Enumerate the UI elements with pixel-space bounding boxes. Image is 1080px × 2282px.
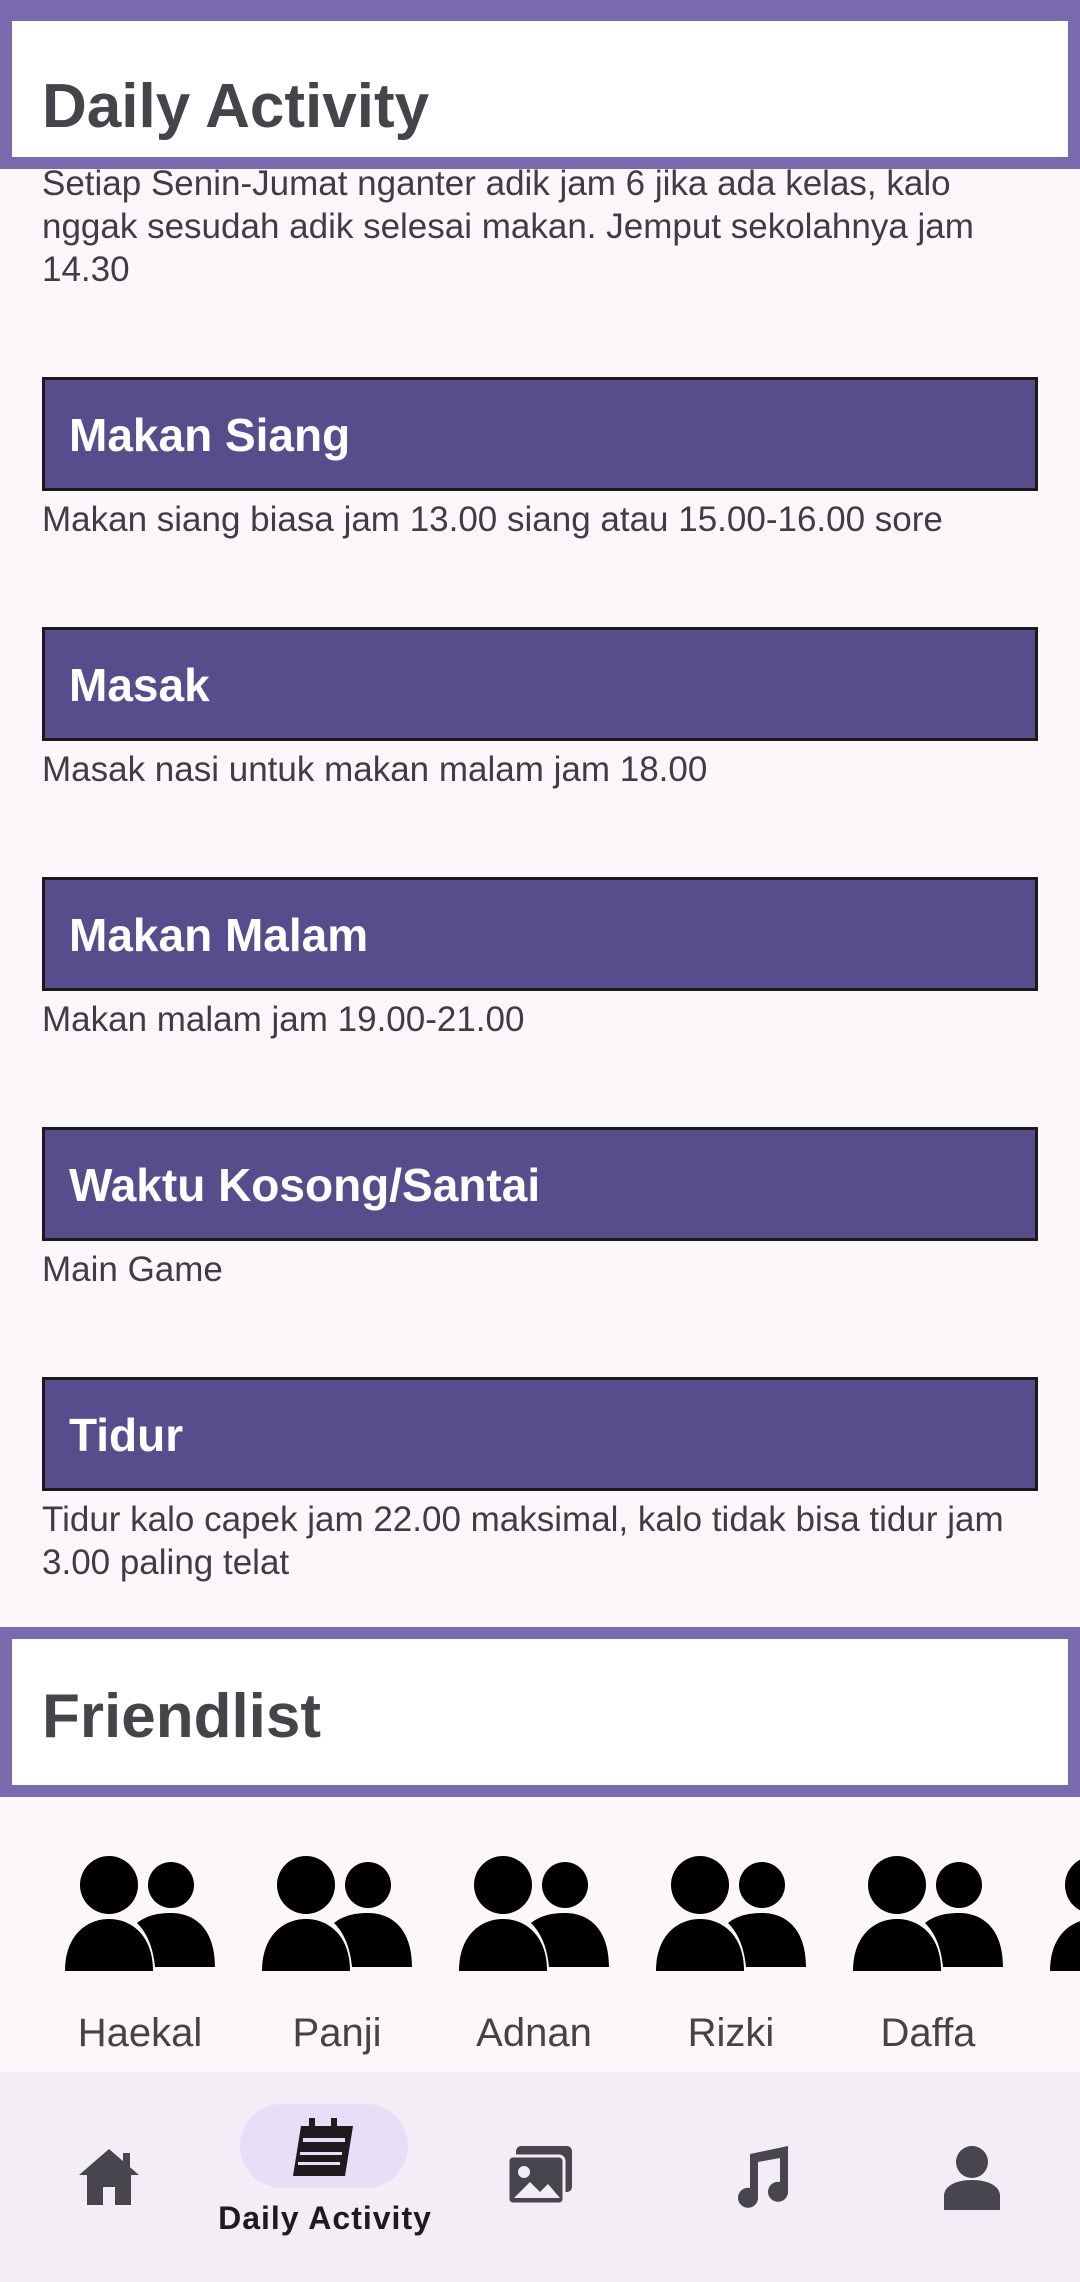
activity-description: Makan siang biasa jam 13.00 siang atau 1… bbox=[42, 500, 943, 539]
intro-text: Setiap Senin-Jumat nganter adik jam 6 ji… bbox=[42, 164, 974, 289]
friend-item[interactable]: Adnan bbox=[434, 1855, 634, 2056]
friend-name: Haekal bbox=[77, 2011, 203, 2055]
friend-item[interactable]: Haekal bbox=[40, 1855, 240, 2056]
friend-list[interactable]: Haekal Panji Adnan Rizki Daffa bbox=[0, 1855, 1080, 2075]
friend-name: Panji bbox=[292, 2011, 382, 2055]
activity-header: Makan Malam bbox=[42, 877, 1038, 991]
nav-music[interactable] bbox=[690, 2072, 830, 2282]
activity-description: Makan malam jam 19.00-21.00 bbox=[42, 1000, 525, 1039]
gallery-icon bbox=[506, 2146, 572, 2206]
friend-item[interactable]: Panji bbox=[237, 1855, 437, 2056]
nav-profile[interactable] bbox=[900, 2072, 1040, 2282]
page-title: Daily Activity bbox=[42, 72, 430, 141]
person-icon bbox=[944, 2146, 1000, 2210]
group-icon bbox=[65, 1856, 215, 1971]
friend-item[interactable]: Rizki bbox=[631, 1855, 831, 2056]
group-icon bbox=[1050, 1859, 1080, 1971]
activity-title: Masak bbox=[69, 659, 210, 711]
activity-title: Waktu Kosong/Santai bbox=[69, 1159, 541, 1211]
daily-activity-header: Daily Activity bbox=[0, 9, 1080, 169]
music-icon bbox=[738, 2146, 788, 2208]
activity-title: Makan Malam bbox=[69, 909, 369, 961]
group-icon bbox=[656, 1856, 806, 1971]
top-accent-line bbox=[0, 0, 1080, 9]
group-icon bbox=[459, 1856, 609, 1971]
friend-item-partial[interactable] bbox=[1025, 1855, 1080, 1971]
bottom-navigation: Daily Activity bbox=[0, 2072, 1080, 2282]
calendar-icon bbox=[293, 2118, 353, 2176]
activity-description: Masak nasi untuk makan malam jam 18.00 bbox=[42, 750, 708, 789]
activity-header: Waktu Kosong/Santai bbox=[42, 1127, 1038, 1241]
activity-description: Tidur kalo capek jam 22.00 maksimal, kal… bbox=[42, 1500, 1004, 1582]
activity-header: Masak bbox=[42, 627, 1038, 741]
friend-name: Daffa bbox=[880, 2011, 976, 2055]
activity-description: Main Game bbox=[42, 1250, 223, 1289]
nav-gallery[interactable] bbox=[470, 2072, 610, 2282]
friendlist-header: Friendlist bbox=[0, 1627, 1080, 1797]
nav-daily-activity[interactable]: Daily Activity bbox=[0, 2072, 540, 2282]
activity-title: Makan Siang bbox=[69, 409, 351, 461]
friend-name: Rizki bbox=[687, 2011, 775, 2055]
activity-header: Tidur bbox=[42, 1377, 1038, 1491]
activity-title: Tidur bbox=[69, 1409, 184, 1461]
friend-name: Adnan bbox=[476, 2011, 592, 2055]
friend-item[interactable]: Daffa bbox=[828, 1855, 1028, 2056]
group-icon bbox=[853, 1856, 1003, 1971]
nav-label: Daily Activity bbox=[218, 2200, 432, 2236]
section-title: Friendlist bbox=[42, 1682, 322, 1751]
group-icon bbox=[262, 1856, 412, 1971]
activity-header: Makan Siang bbox=[42, 377, 1038, 491]
